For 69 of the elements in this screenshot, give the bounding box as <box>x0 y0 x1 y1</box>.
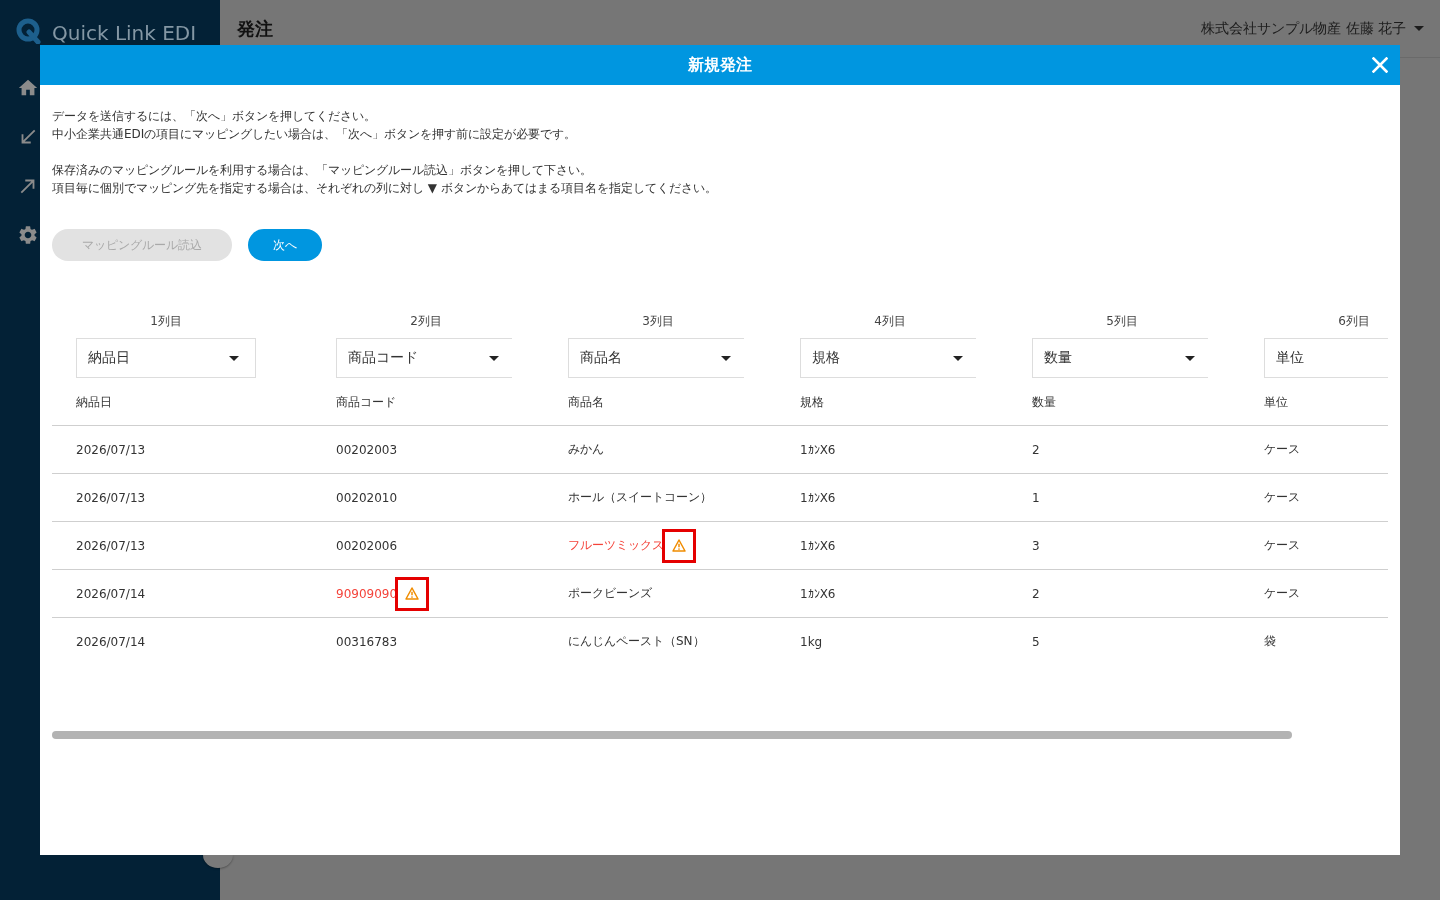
error-cell-text: フルーツミックス <box>568 537 664 554</box>
table-cell: 袋 <box>1264 633 1276 650</box>
table-cell: ケース <box>1264 489 1300 506</box>
table-cell: 2026/07/13 <box>76 490 146 505</box>
dropdown-caret-icon <box>229 355 239 361</box>
mapping-select[interactable]: 規格 <box>800 338 976 378</box>
column-heading: 6列目 <box>1337 313 1371 329</box>
dropdown-caret-icon <box>953 355 963 361</box>
column-heading: 3列目 <box>641 313 675 329</box>
table-cell: 5 <box>1032 634 1040 649</box>
table-cell: 2026/07/14 <box>76 586 146 601</box>
field-label: 数量 <box>1032 394 1056 410</box>
table-cell: 2026/07/13 <box>76 442 146 457</box>
close-icon <box>1372 57 1388 73</box>
table-cell: 00202003 <box>336 442 398 457</box>
field-label: 商品コード <box>336 394 396 410</box>
dropdown-caret-icon <box>1185 355 1195 361</box>
column-heading: 1列目 <box>149 313 183 329</box>
table-cell: 1ｶﾝX6 <box>800 442 836 457</box>
user-menu[interactable]: 株式会社サンプル物産 佐藤 花子 <box>1201 19 1424 38</box>
table-cell: 2026/07/14 <box>76 634 146 649</box>
mapping-select[interactable]: 商品名 <box>568 338 744 378</box>
instruction-text: 中小企業共通EDIの項目にマッピングしたい場合は、「次へ」ボタンを押す前に設定が必要です。 <box>52 126 578 143</box>
column-heading: 4列目 <box>873 313 907 329</box>
dropdown-caret-icon <box>489 355 499 361</box>
table-cell: 2026/07/13 <box>76 538 146 553</box>
mapping-select[interactable]: 商品コード <box>336 338 512 378</box>
field-label: 規格 <box>800 394 824 410</box>
horizontal-scrollbar[interactable] <box>52 731 1292 739</box>
close-button[interactable] <box>1372 57 1388 73</box>
table-cell: ホール（スイートコーン） <box>568 489 712 506</box>
table-cell: みかん <box>568 441 604 458</box>
table-cell: 1ｶﾝX6 <box>800 586 836 601</box>
field-label: 商品名 <box>568 394 604 410</box>
table-cell: 00202010 <box>336 490 398 505</box>
instruction-text: データを送信するには、「次へ」ボタンを押してください。 <box>52 108 377 125</box>
table-cell: ケース <box>1264 585 1300 602</box>
settings-icon[interactable] <box>17 224 39 246</box>
table-cell: 1ｶﾝX6 <box>800 490 836 505</box>
mapping-select[interactable]: 納品日 <box>76 338 256 378</box>
table-cell: ケース <box>1264 441 1300 458</box>
table-cell: 2 <box>1032 586 1040 601</box>
table-cell: 3 <box>1032 538 1040 553</box>
field-label: 単位 <box>1264 394 1288 410</box>
warning-icon <box>395 576 430 611</box>
table-cell: ポークビーンズ <box>568 585 652 602</box>
warning-icon <box>662 528 696 563</box>
column-heading: 2列目 <box>409 313 443 329</box>
table-cell: 1kg <box>800 634 823 649</box>
table-cell: 2 <box>1032 442 1040 457</box>
instruction-text: 項目毎に個別でマッピング先を指定する場合は、それぞれの列に対し ▼ ボタンからあてはまる項目名を指定してください。 <box>52 180 718 197</box>
error-cell-text: 90909090 <box>336 586 398 601</box>
table-cell: 1ｶﾝX6 <box>800 538 836 553</box>
column-heading: 5列目 <box>1105 313 1139 329</box>
dropdown-caret-icon <box>721 355 731 361</box>
instruction-text: 保存済みのマッピングルールを利用する場合は、「マッピングルール読込」ボタンを押して下さい。 <box>52 162 593 179</box>
caret-icon <box>1414 26 1424 31</box>
dialog-title: 新規発注 <box>688 54 752 76</box>
table-cell: 00202006 <box>336 538 398 553</box>
logo-icon <box>16 18 42 44</box>
field-label: 納品日 <box>76 394 112 410</box>
table-cell: ケース <box>1264 537 1300 554</box>
table-cell: にんじんペースト（SN） <box>568 633 705 650</box>
table-cell: 1 <box>1032 490 1040 505</box>
page-title: 発注 <box>237 16 273 41</box>
table-cell: 00316783 <box>336 634 398 649</box>
logo-text: Quick Link EDI <box>52 23 197 43</box>
mapping-select[interactable]: 数量 <box>1032 338 1208 378</box>
mapping-select[interactable]: 単位 <box>1264 338 1388 378</box>
